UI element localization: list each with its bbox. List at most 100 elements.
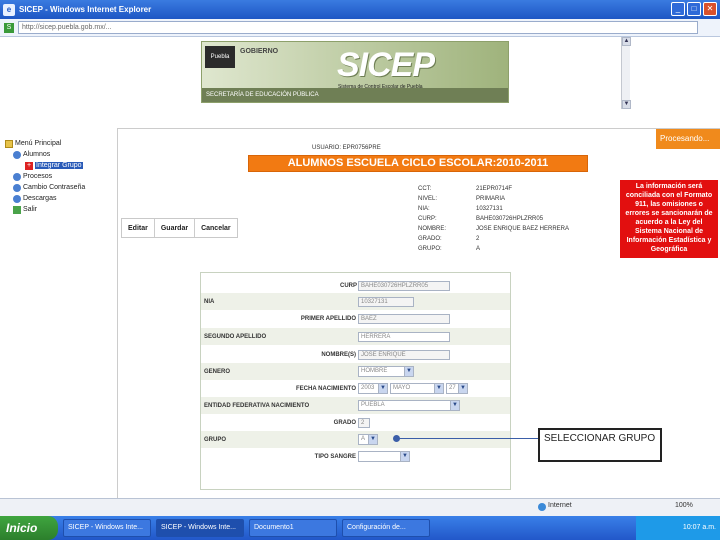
nia-field[interactable]: 10327131 [358,296,414,307]
chevron-down-icon: ▼ [400,452,409,461]
info-row: NIA: 10327131 [418,206,503,212]
exit-icon [13,205,21,214]
segundo-apellido-label: SEGUNDO APELLIDO [204,333,267,340]
plus-icon: + [25,161,33,170]
left-menu: Menú Principal Alumnos + Integrar Grupo … [5,138,113,215]
student-form: CURP BAHE030726HPLZRR05 NIA 10327131 PRI… [200,272,511,490]
globe-icon [538,503,546,511]
fecha-label: FECHA NACIMIENTO [296,385,356,392]
chevron-down-icon: ▼ [404,367,413,376]
menu-item-principal[interactable]: Menú Principal [5,138,113,149]
arrow-icon [13,172,21,181]
primer-apellido-label: PRIMER APELLIDO [300,315,356,322]
taskbar-item[interactable]: SICEP - Windows Inte... [156,519,244,537]
minimize-button[interactable]: _ [671,2,685,16]
fecha-dia-select[interactable]: 27 ▼ [446,383,468,394]
address-bar: S http://sicep.puebla.gob.mx/... [0,19,720,37]
nombre-field[interactable]: JOSE ENRIQUE [358,349,450,360]
chevron-down-icon: ▼ [458,384,467,393]
secretaria-label: SECRETARÍA DE EDUCACIÓN PÚBLICA [202,88,508,102]
page-title: ALUMNOS ESCUELA CICLO ESCOLAR:2010-2011 [248,155,588,172]
chevron-down-icon: ▼ [450,401,459,410]
scroll-down-icon[interactable]: ▼ [622,100,631,109]
taskbar-item[interactable]: Documento1 [249,519,337,537]
folder-icon [5,139,13,148]
segundo-apellido-field[interactable]: HERRERA [358,331,450,342]
fecha-anio-select[interactable]: 2003 ▼ [358,383,388,394]
banner-scrollbar[interactable]: ▲ ▼ [621,37,631,109]
tipo-sangre-select[interactable]: ▼ [358,451,410,462]
grado-label: GRADO [333,419,356,426]
warning-notice: La información será conciliada con el Fo… [620,180,718,258]
taskbar-item[interactable]: SICEP - Windows Inte... [63,519,151,537]
status-bar: Internet 100% [0,498,720,516]
url-field[interactable]: http://sicep.puebla.gob.mx/... [18,21,698,34]
curp-label: CURP [339,282,357,289]
scroll-up-icon[interactable]: ▲ [622,37,631,46]
menu-item-integrar-grupo[interactable]: + Integrar Grupo [5,160,113,171]
window-title: SICEP - Windows Internet Explorer [19,5,152,14]
genero-label: GENERO [204,368,231,375]
form-row-entidad: ENTIDAD FEDERATIVA NACIMIENTO PUEBLA ▼ [201,397,510,414]
close-button[interactable]: ✕ [703,2,717,16]
ie-icon: e [3,3,15,16]
zoom-level[interactable]: 100% [675,502,693,509]
form-toolbar: Editar Guardar Cancelar [121,218,238,238]
menu-item-salir[interactable]: Salir [5,204,113,215]
form-row-nia: NIA 10327131 [201,293,510,310]
info-row: GRADO: 2 [418,236,480,242]
form-row-genero: GENERO HOMBRE ▼ [201,363,510,380]
menu-item-cambio-contrasena[interactable]: Cambio Contraseña [5,182,113,193]
primer-apellido-field[interactable]: BAEZ [358,313,450,324]
form-row-grado: GRADO 2 [201,414,510,431]
sicep-banner: Puebla GOBIERNO SICEP Sistema de Control… [201,41,509,103]
zone-label: Internet [548,502,572,509]
procesando-indicator: Procesando... [656,129,720,149]
gobierno-logo: GOBIERNO [240,48,279,55]
start-button[interactable]: Inicio [0,516,58,540]
page-icon: S [4,22,14,33]
taskbar-item[interactable]: Configuración de... [342,519,430,537]
usuario-label: USUARIO: EPR0756PRE [312,145,381,151]
form-row-grupo: GRUPO A ▼ [201,431,510,448]
grupo-label: GRUPO [204,436,227,443]
form-row-curp: CURP BAHE030726HPLZRR05 [201,277,510,294]
info-row: NIVEL: PRIMARIA [418,196,506,202]
student-info: CCT: 21EPR0714F NIVEL: PRIMARIA NIA: 103271… [418,184,569,254]
menu-item-procesos[interactable]: Procesos [5,171,113,182]
puebla-logo: Puebla [205,46,235,68]
menu-item-descargas[interactable]: Descargas [5,193,113,204]
callout-line [396,438,538,439]
form-row-primer-apellido: PRIMER APELLIDO BAEZ [201,310,510,327]
form-row-segundo-apellido: SEGUNDO APELLIDO HERRERA [201,328,510,345]
info-row: CCT: 21EPR0714F [418,186,513,192]
genero-select[interactable]: HOMBRE ▼ [358,366,414,377]
grupo-select[interactable]: A ▼ [358,434,378,445]
entidad-label: ENTIDAD FEDERATIVA NACIMIENTO [204,402,310,409]
callout-box: SELECCIONAR GRUPO [538,428,662,462]
clock: 10:07 a.m. [682,524,716,531]
key-icon [13,183,21,192]
banner-frame: Puebla GOBIERNO SICEP Sistema de Control… [0,37,631,109]
info-row: GRUPO: A [418,246,481,252]
window-controls: _ □ ✕ [671,2,717,16]
guardar-button[interactable]: Guardar [154,219,196,237]
download-icon [13,194,21,203]
editar-button[interactable]: Editar [122,219,155,237]
main-border [117,128,118,498]
system-tray: 10:07 a.m. [636,516,720,540]
curp-field[interactable]: BAHE030726HPLZRR05 [358,280,450,291]
taskbar: Inicio SICEP - Windows Inte... SICEP - W… [0,516,720,540]
info-row: NOMBRE: JOSE ENRIQUE BAEZ HERRERA [418,226,570,232]
form-row-tipo-sangre: TIPO SANGRE ▼ [201,448,510,465]
maximize-button[interactable]: □ [687,2,701,16]
entidad-select[interactable]: PUEBLA ▼ [358,400,460,411]
chevron-down-icon: ▼ [434,384,443,393]
grado-field[interactable]: 2 [358,417,370,428]
chevron-down-icon: ▼ [368,435,377,444]
fecha-mes-select[interactable]: MAYO ▼ [390,383,444,394]
nombre-label: NOMBRE(S) [321,351,356,358]
menu-item-alumnos[interactable]: Alumnos [5,149,113,160]
sicep-logo: SICEP [337,46,435,84]
cancelar-button[interactable]: Cancelar [195,219,237,237]
